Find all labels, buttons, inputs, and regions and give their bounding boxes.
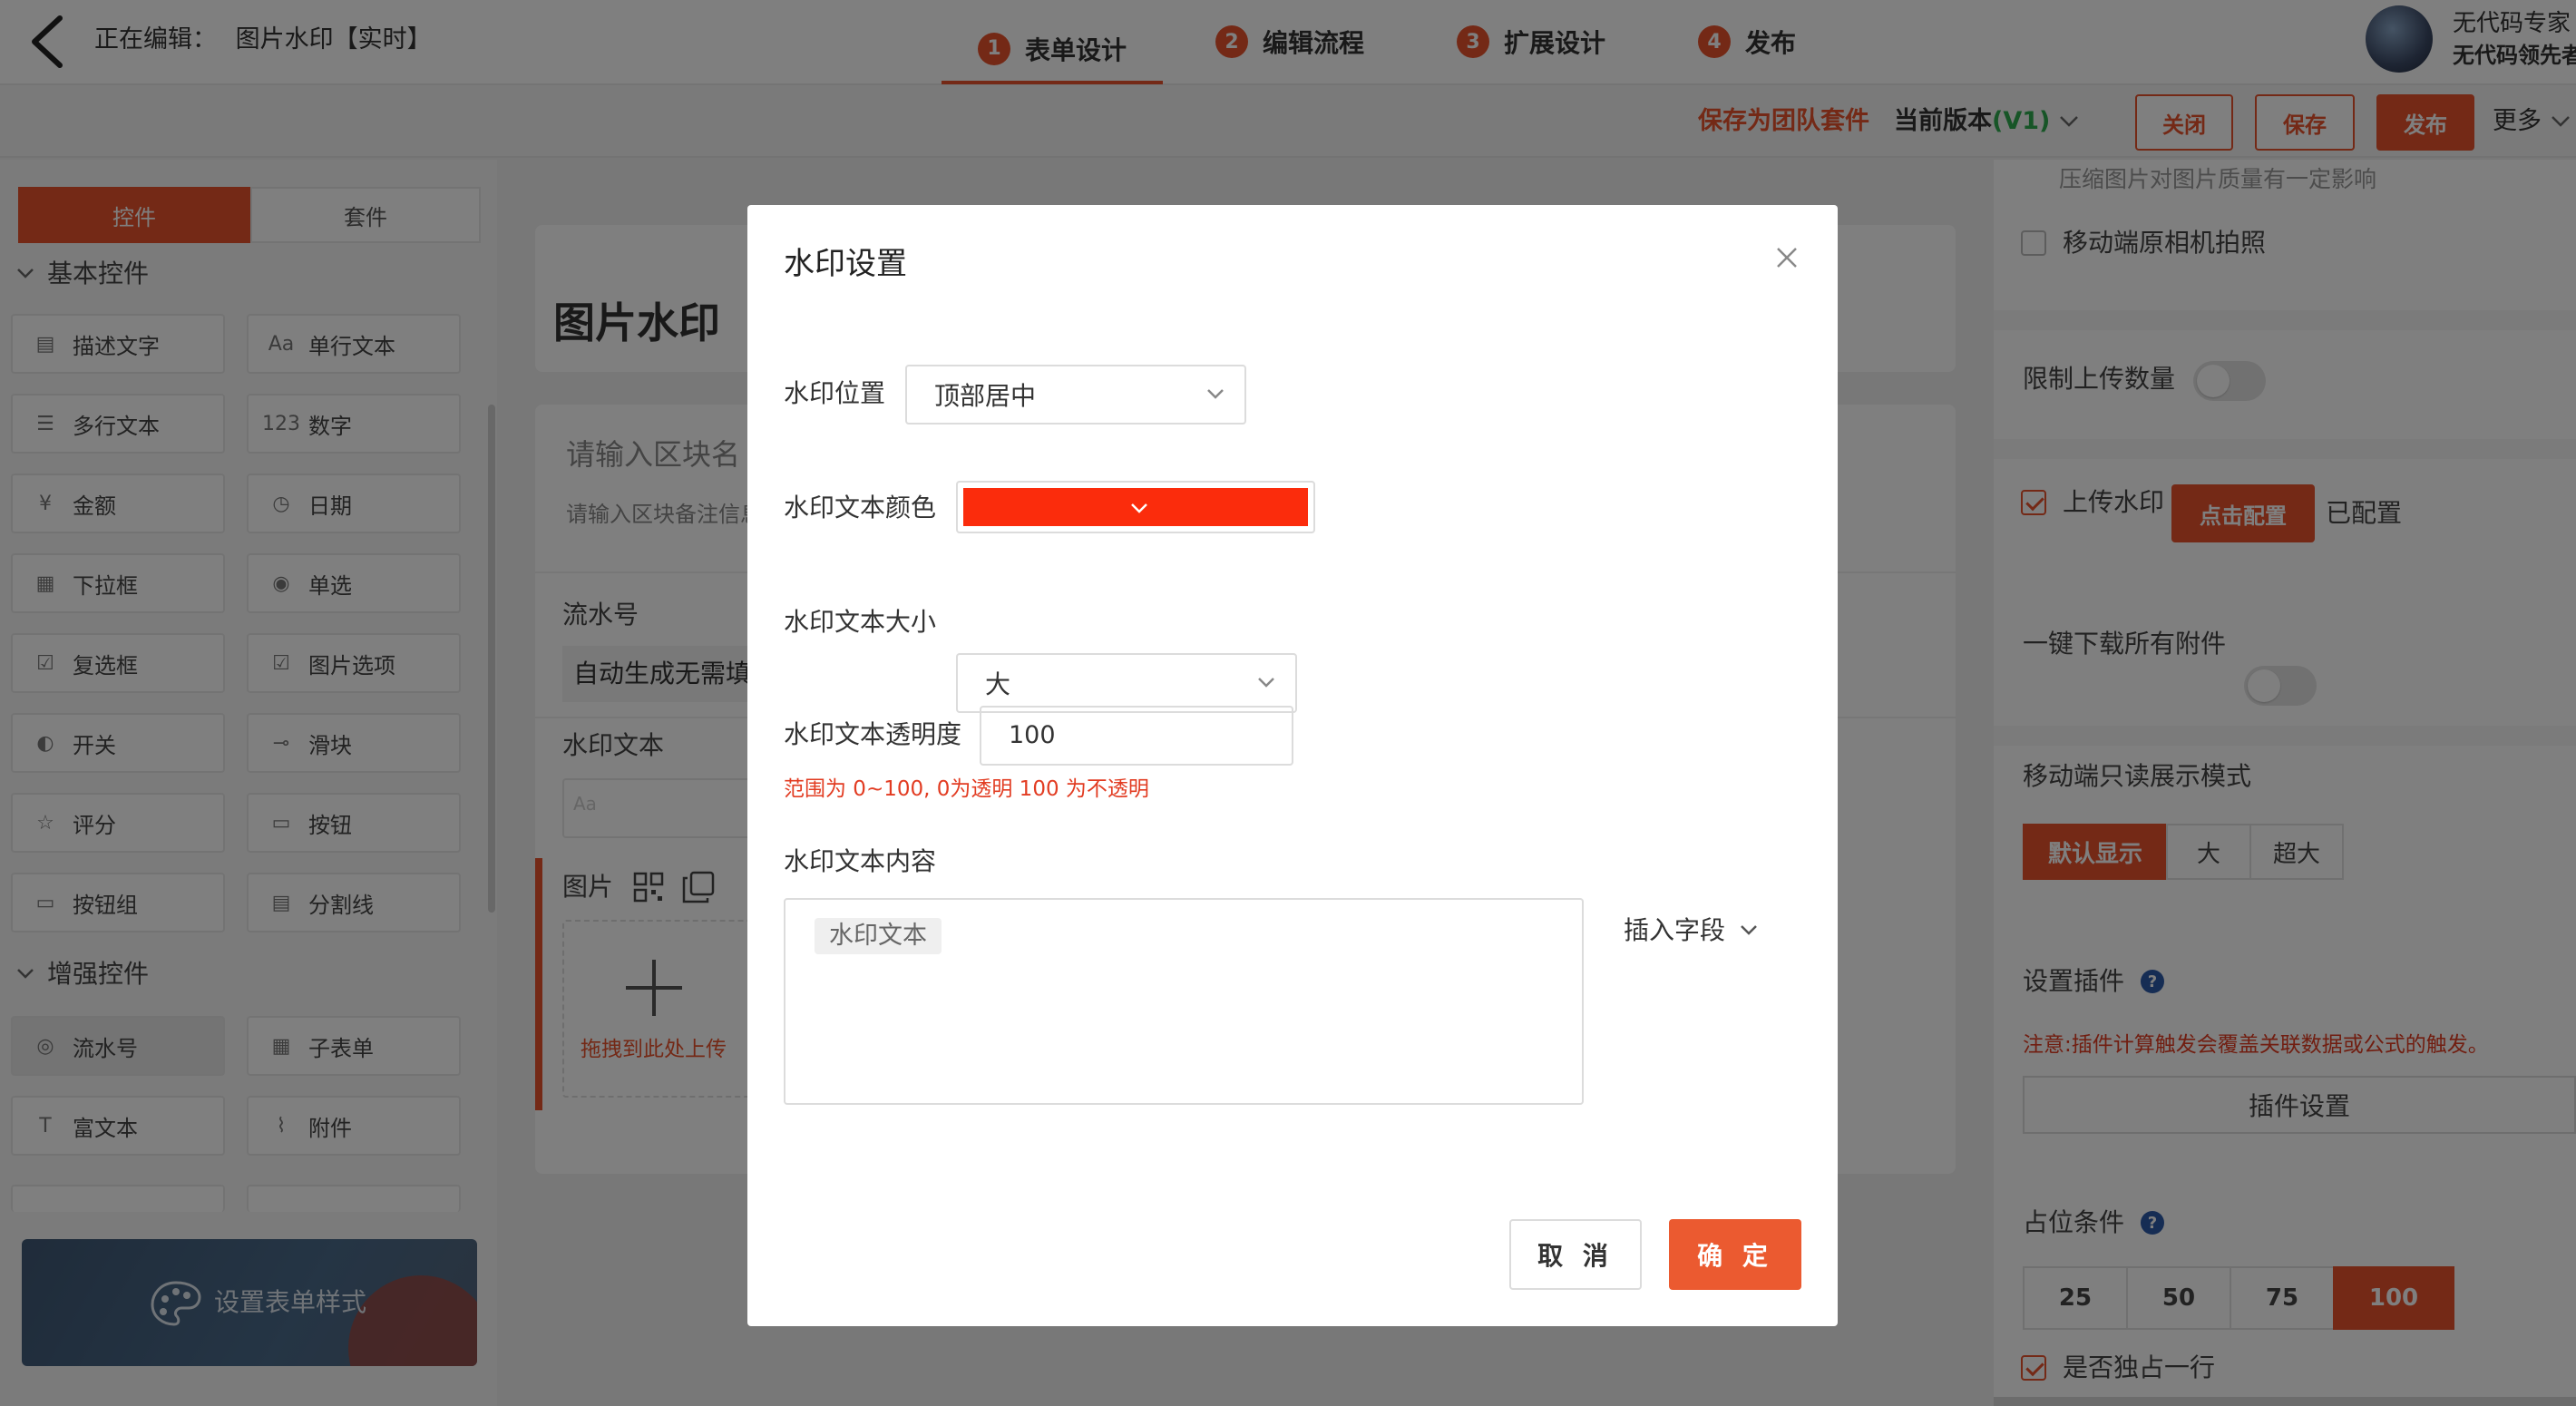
size-value: 大	[985, 669, 1011, 699]
confirm-button[interactable]: 确 定	[1669, 1219, 1801, 1290]
insert-field-label: 插入字段	[1624, 915, 1726, 945]
opacity-label: 水印文本透明度	[784, 719, 962, 749]
position-select[interactable]: 顶部居中	[905, 365, 1246, 425]
chevron-down-icon	[1207, 389, 1224, 399]
chevron-down-icon	[1131, 503, 1147, 513]
opacity-input[interactable]: 100	[980, 706, 1293, 766]
chevron-down-icon	[1258, 678, 1274, 688]
opacity-hint: 范围为 0~100, 0为透明 100 为不透明	[784, 777, 1149, 801]
watermark-settings-dialog: 水印设置 水印位置 顶部居中 水印文本颜色 水印文本大小 大 水印文本透明度 1…	[747, 205, 1838, 1326]
insert-field-dropdown[interactable]: 插入字段	[1624, 913, 1758, 949]
close-icon[interactable]	[1774, 245, 1800, 270]
content-textarea[interactable]: 水印文本	[784, 898, 1584, 1105]
field-chip[interactable]: 水印文本	[815, 918, 942, 954]
size-select[interactable]: 大	[956, 653, 1297, 713]
cancel-button[interactable]: 取 消	[1509, 1219, 1642, 1290]
color-label: 水印文本颜色	[784, 493, 937, 522]
dialog-title: 水印设置	[784, 246, 907, 282]
position-label: 水印位置	[784, 378, 886, 408]
position-value: 顶部居中	[934, 381, 1037, 411]
color-picker[interactable]	[956, 481, 1315, 533]
size-label: 水印文本大小	[784, 607, 937, 637]
color-swatch	[963, 488, 1308, 526]
chevron-down-icon	[1741, 925, 1757, 935]
content-label: 水印文本内容	[784, 846, 937, 876]
